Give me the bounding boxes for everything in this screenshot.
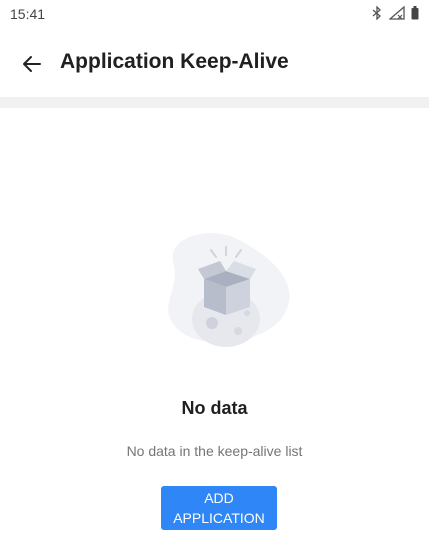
empty-state-title: No data <box>181 398 248 418</box>
bluetooth-icon <box>371 5 383 21</box>
header-divider <box>0 97 429 108</box>
status-time: 15:41 <box>10 6 46 22</box>
back-arrow-icon[interactable] <box>20 52 44 76</box>
add-application-button[interactable]: ADD APPLICATION <box>161 486 277 530</box>
status-bar: 15:41 <box>0 0 429 30</box>
signal-icon <box>388 5 405 20</box>
battery-icon <box>411 6 419 20</box>
page-title: Application Keep-Alive <box>60 50 289 73</box>
empty-box-icon <box>154 225 298 351</box>
app-bar: Application Keep-Alive <box>0 44 429 84</box>
empty-state-subtitle: No data in the keep-alive list <box>126 443 303 459</box>
status-icons <box>371 5 419 21</box>
